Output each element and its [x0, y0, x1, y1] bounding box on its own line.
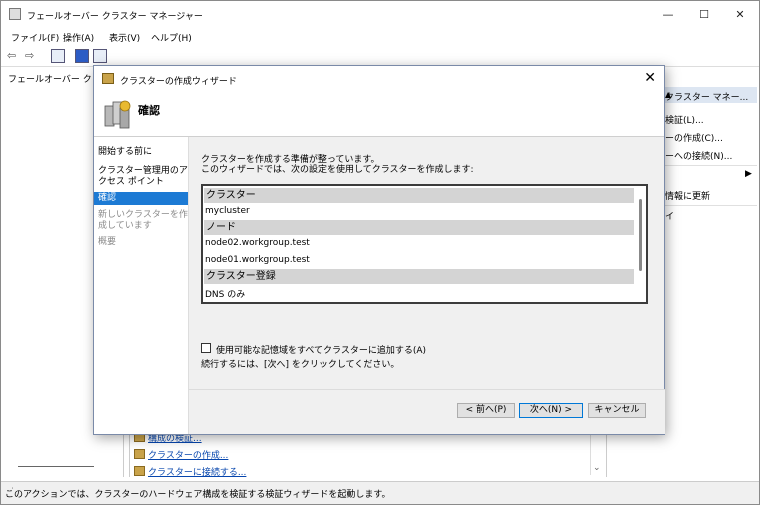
server-cluster-icon — [104, 100, 131, 129]
list-scrollbar[interactable] — [636, 187, 645, 301]
add-storage-label[interactable]: 使用可能な記憶域をすべてクラスターに追加する(A) — [216, 343, 426, 356]
action-pane-icon[interactable] — [93, 49, 107, 63]
maximize-button[interactable]: ☐ — [686, 1, 722, 28]
resize-grip-icon[interactable]: ⋰ — [5, 487, 757, 502]
prev-button[interactable]: < 前へ(P) — [457, 403, 515, 418]
section-registration: クラスター登録 — [204, 269, 634, 284]
node-value: node02.workgroup.test — [205, 238, 310, 248]
step-before-you-begin: 開始する前に — [98, 147, 153, 157]
node-value: node01.workgroup.test — [205, 255, 310, 265]
wizard-content: クラスターを作成する準備が整っています。 このウィザードでは、次の設定を使用して… — [188, 137, 665, 434]
menu-file[interactable]: ファイル(F) — [11, 31, 59, 44]
app-icon — [9, 8, 21, 20]
create-cluster-wizard: クラスターの作成ウィザード ✕ 確認 開始する前に クラスター管理用のアクセス … — [93, 65, 665, 435]
button-row: < 前へ(P) 次へ(N) > キャンセル — [189, 389, 665, 434]
wizard-title: クラスターの作成ウィザード — [120, 77, 237, 87]
section-node: ノード — [204, 220, 634, 235]
settings-list[interactable]: クラスター mycluster ノード node02.workgroup.tes… — [201, 184, 648, 304]
toolbar: ⇦ ⇨ — [1, 45, 759, 67]
collapse-up-icon[interactable]: ▲ — [665, 90, 751, 99]
menu-action[interactable]: 操作(A) — [63, 31, 94, 44]
minimize-button[interactable]: — — [650, 1, 686, 28]
cluster-name-value: mycluster — [205, 206, 250, 216]
menu-view[interactable]: 表示(V) — [109, 31, 140, 44]
close-button[interactable]: ✕ — [722, 1, 758, 28]
wizard-title-bar: クラスターの作成ウィザード ✕ — [94, 66, 664, 92]
wizard-steps: 開始する前に クラスター管理用のアクセス ポイント 確認 新しいクラスターを作成… — [94, 137, 188, 434]
action-validate[interactable]: 検証(L)... — [665, 113, 704, 126]
title-bar: フェールオーバー クラスター マネージャー — ☐ ✕ — [1, 1, 759, 28]
step-confirmation: 確認 — [94, 192, 188, 205]
create-cluster-link[interactable]: クラスターの作成... — [148, 448, 228, 461]
registration-value: DNS のみ — [205, 290, 246, 300]
wizard-icon — [102, 73, 114, 84]
intro-text-detail: このウィザードでは、次の設定を使用してクラスターを作成します: — [201, 165, 474, 175]
menu-bar: ファイル(F) 操作(A) 表示(V) ヘルプ(H) — [1, 28, 759, 45]
action-connect[interactable]: ーへの接続(N)... — [665, 149, 732, 162]
window-title: フェールオーバー クラスター マネージャー — [27, 12, 203, 22]
scroll-down-icon[interactable]: ⌄ — [593, 463, 601, 473]
continue-hint: 続行するには、[次へ] をクリックしてください。 — [201, 360, 400, 370]
submenu-arrow-icon[interactable]: ▶ — [745, 169, 752, 179]
step-access-point: クラスター管理用のアクセス ポイント — [98, 166, 188, 187]
wizard-close-icon[interactable]: ✕ — [644, 70, 656, 86]
wizard-heading: 確認 — [138, 104, 160, 117]
add-storage-checkbox[interactable] — [201, 343, 211, 353]
action-help[interactable]: イ — [665, 209, 674, 222]
connect-cluster-link[interactable]: クラスターに接続する... — [148, 465, 246, 478]
console-tree-icon[interactable] — [51, 49, 65, 63]
wizard-header: 確認 — [94, 92, 664, 136]
create-cluster-icon — [134, 449, 145, 459]
tree-scrollbar[interactable] — [18, 466, 94, 467]
action-refresh[interactable]: 情報に更新 — [665, 189, 710, 202]
status-bar: このアクションでは、クラスターのハードウェア構成を検証する検証ウィザードを起動し… — [1, 481, 759, 504]
tree-root-item[interactable]: フェールオーバー クラ — [8, 72, 101, 85]
scroll-thumb[interactable] — [639, 199, 642, 271]
step-summary: 概要 — [98, 237, 117, 247]
back-arrow-icon[interactable]: ⇦ — [7, 49, 16, 63]
help-icon[interactable] — [75, 49, 89, 63]
action-create[interactable]: ーの作成(C)... — [665, 131, 723, 144]
next-button[interactable]: 次へ(N) > — [519, 403, 583, 418]
connect-cluster-icon — [134, 466, 145, 476]
section-cluster: クラスター — [204, 188, 634, 203]
forward-arrow-icon[interactable]: ⇨ — [25, 49, 34, 63]
menu-help[interactable]: ヘルプ(H) — [151, 31, 192, 44]
cancel-button[interactable]: キャンセル — [588, 403, 646, 418]
step-creating-cluster: 新しいクラスターを作成しています — [98, 210, 188, 231]
